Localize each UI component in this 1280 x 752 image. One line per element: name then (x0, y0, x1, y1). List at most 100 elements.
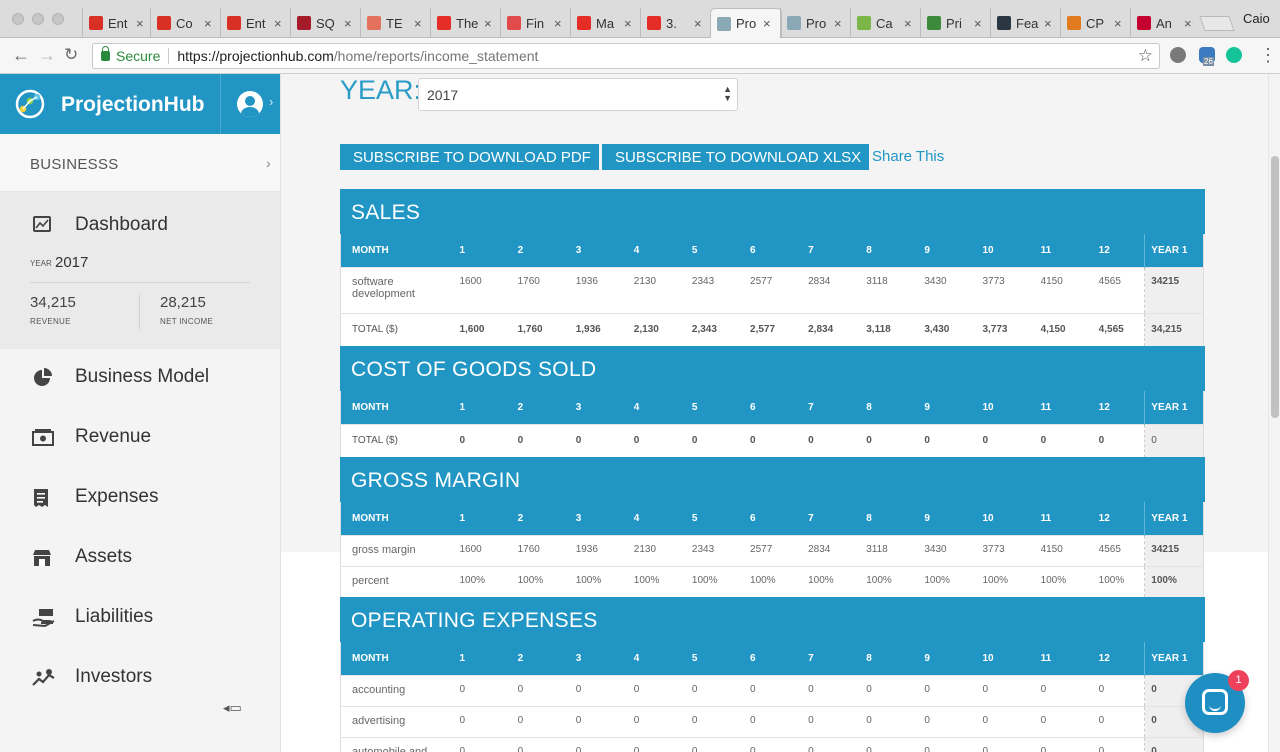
collapse-sidebar-icon[interactable]: ◂▭ (223, 700, 242, 716)
udemy-icon (297, 16, 311, 30)
user-menu[interactable]: › (220, 74, 281, 134)
month-column-header: 3 (575, 401, 582, 413)
profile-name[interactable]: Caio (1243, 11, 1270, 26)
table-cell: 0 (970, 705, 1029, 737)
table-cell: 2577 (738, 266, 797, 313)
close-tab-icon[interactable]: × (974, 16, 986, 31)
subscribe-pdf-button[interactable]: SUBSCRIBE TO DOWNLOAD PDF (340, 144, 599, 170)
table-cell: 0 (505, 705, 564, 737)
dashboard-title[interactable]: Dashboard (75, 214, 168, 236)
table-cell: 0 (796, 705, 855, 737)
share-link[interactable]: Share This (872, 148, 944, 165)
table-cell: 3430 (912, 534, 971, 566)
close-tab-icon[interactable]: × (204, 16, 216, 31)
minimize-window-button[interactable] (32, 13, 44, 25)
browser-tab-title: Co (176, 15, 193, 31)
browser-tab[interactable]: The × (430, 8, 502, 38)
table-cell: 2,343 (679, 312, 739, 346)
scrollbar-thumb[interactable] (1271, 156, 1279, 418)
browser-tab[interactable]: CP × (1060, 8, 1132, 38)
line-chart-icon (927, 16, 941, 30)
sidebar-item-expenses[interactable]: Expenses (0, 468, 280, 528)
youtube-icon (647, 16, 661, 30)
browser-tab[interactable]: Fea × (990, 8, 1062, 38)
table-cell: 1936 (563, 266, 622, 313)
close-tab-icon[interactable]: × (274, 16, 286, 31)
close-tab-icon[interactable]: × (344, 16, 356, 31)
close-window-button[interactable] (12, 13, 24, 25)
close-tab-icon[interactable]: × (1044, 16, 1056, 31)
sidebar-item-revenue[interactable]: Revenue (0, 408, 280, 468)
close-tab-icon[interactable]: × (834, 16, 846, 31)
browser-tab[interactable]: TE × (360, 8, 432, 38)
browser-tab[interactable]: Ent × (82, 8, 154, 38)
year-value: 2017 (55, 254, 89, 271)
browser-tab[interactable]: Pro × (780, 8, 852, 38)
table-cell: 0 (1028, 674, 1087, 706)
browser-tab[interactable]: Ma × (570, 8, 642, 38)
close-tab-icon[interactable]: × (554, 16, 566, 31)
close-tab-icon[interactable]: × (694, 16, 706, 31)
year-select[interactable]: 2017 ▲ ▼ (418, 78, 738, 111)
table-cell: 2343 (679, 534, 739, 566)
evernote-extension-icon[interactable] (1170, 47, 1186, 63)
row-label: advertising (340, 705, 448, 737)
table-cell: 1,936 (563, 312, 622, 346)
forward-icon[interactable]: → (38, 45, 56, 66)
sidebar-item-investors[interactable]: Investors (0, 648, 280, 708)
subscribe-xlsx-button[interactable]: SUBSCRIBE TO DOWNLOAD XLSX (602, 144, 869, 170)
month-column-header: 4 (633, 401, 640, 413)
browser-tab-title: Ma (596, 15, 615, 31)
sidebar-item-assets[interactable]: Assets (0, 528, 280, 588)
browser-tab-title: Fea (1016, 15, 1039, 31)
month-column-header: 6 (750, 244, 756, 256)
browser-tab[interactable]: 3. × (640, 8, 712, 38)
sidebar-item-liabilities[interactable]: Liabilities (0, 588, 280, 648)
browser-tab[interactable]: SQ × (290, 8, 362, 38)
browser-tab[interactable]: Pri × (920, 8, 992, 38)
close-tab-icon[interactable]: × (1184, 16, 1196, 31)
table-header-row: MONTH 1 2 3 4 5 6 7 8 9 10 11 12 YEAR 1 (340, 391, 1204, 424)
close-tab-icon[interactable]: × (624, 16, 636, 31)
close-tab-icon[interactable]: × (136, 16, 148, 31)
zoom-window-button[interactable] (52, 13, 64, 25)
table-cell: 0 (1028, 423, 1087, 457)
new-tab-button[interactable] (1199, 16, 1235, 31)
month-column-header: 6 (750, 512, 756, 524)
table-cell: 100% (1028, 565, 1087, 597)
page-scrollbar[interactable] (1268, 74, 1280, 752)
month-header: MONTH (352, 652, 389, 664)
browser-menu-icon[interactable]: ⋮ (1259, 46, 1277, 64)
browser-tab[interactable]: Pro × (710, 8, 782, 38)
url-bar[interactable]: Secure https://projectionhub.com/home/re… (92, 43, 1160, 69)
month-column-header: 12 (1098, 652, 1110, 664)
sidebar-item-business-model[interactable]: Business Model (0, 348, 280, 408)
url-host: https://projectionhub.com (177, 48, 334, 64)
close-tab-icon[interactable]: × (484, 16, 496, 31)
table-cell: 2130 (621, 534, 680, 566)
business-selector[interactable]: BUSINESSS › (0, 134, 280, 192)
bookmark-star-icon[interactable]: ☆ (1138, 46, 1153, 66)
dashboard-summary[interactable]: Dashboard YEAR 2017 34,215 REVENUE 28,21… (0, 192, 280, 349)
brand-name[interactable]: ProjectionHub (61, 93, 205, 117)
table-cell: 0 (738, 705, 797, 737)
close-tab-icon[interactable]: × (414, 16, 426, 31)
browser-tab[interactable]: Fin × (500, 8, 572, 38)
reload-icon[interactable]: ↻ (64, 45, 78, 65)
back-icon[interactable]: ← (12, 45, 30, 66)
grammarly-icon[interactable] (1226, 47, 1242, 63)
year-column-header: YEAR 1 (1144, 234, 1204, 267)
month-column-header: 2 (517, 244, 524, 256)
browser-tab[interactable]: An × (1130, 8, 1202, 38)
month-column-header: 3 (575, 244, 582, 256)
browser-tab[interactable]: Ca × (850, 8, 922, 38)
chart-icon (857, 16, 871, 30)
close-tab-icon[interactable]: × (904, 16, 916, 31)
close-tab-icon[interactable]: × (763, 16, 775, 31)
user-avatar-icon[interactable] (237, 91, 263, 117)
month-column-header: 5 (691, 401, 698, 413)
browser-tab[interactable]: Ent × (220, 8, 292, 38)
month-column-header: 11 (1040, 652, 1052, 664)
browser-tab[interactable]: Co × (150, 8, 222, 38)
close-tab-icon[interactable]: × (1114, 16, 1126, 31)
